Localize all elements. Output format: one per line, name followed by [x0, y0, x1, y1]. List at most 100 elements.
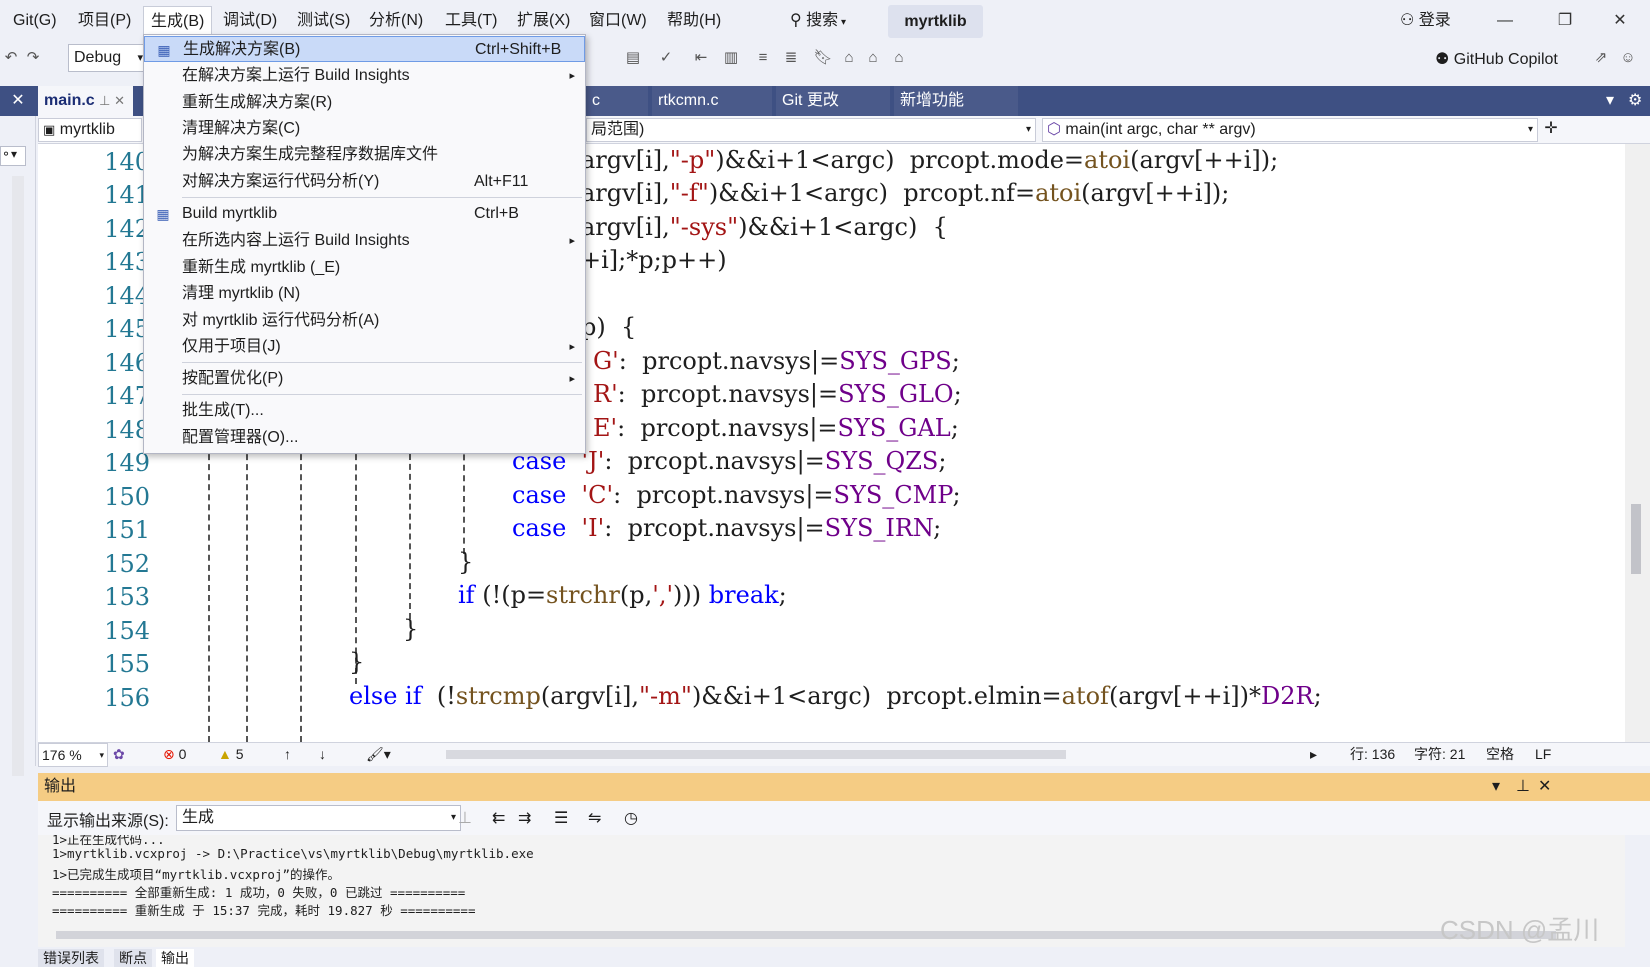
close-icon[interactable]: ✕ [1600, 6, 1640, 36]
outdent-icon[interactable]: ≣ [780, 46, 802, 70]
github-copilot-button[interactable]: ⚉ GitHub Copilot [1435, 46, 1558, 74]
tab-rtkcmn-c[interactable]: rtkcmn.c [652, 86, 772, 116]
project-dropdown[interactable]: ▣ myrtklib [38, 118, 142, 142]
menu-extensions[interactable]: 扩展(X) [510, 6, 577, 36]
tab-git-changes[interactable]: Git 更改 [776, 86, 890, 116]
menu-tools[interactable]: 工具(T) [438, 6, 504, 36]
menu-item-clean-project[interactable]: 清理 myrtklib (N) [144, 281, 585, 307]
health-icon[interactable]: ✿ [113, 743, 125, 765]
solution-title: myrtklib [888, 5, 983, 38]
feedback-icon[interactable]: ☺ [1617, 46, 1639, 70]
zoom-value: 176 % [42, 747, 82, 763]
menu-build[interactable]: 生成(B) [143, 6, 213, 36]
close-icon[interactable]: ✕ [1538, 773, 1551, 801]
output-source-select[interactable]: 生成 ▾ [176, 805, 461, 831]
prev-bookmark-icon[interactable]: ⌂ [838, 46, 860, 70]
close-icon[interactable]: ✕ [0, 86, 36, 116]
menu-item-project-only[interactable]: 仅用于项目(J) ▸ [144, 334, 585, 360]
next-message-icon[interactable]: ⇉ [518, 808, 531, 828]
line-number: 153 [104, 583, 150, 611]
redo-icon[interactable]: ↷ [22, 46, 44, 70]
menu-item-clean-solution[interactable]: 清理解决方案(C) [144, 116, 585, 142]
word-wrap-icon[interactable]: ⇋ [588, 808, 601, 828]
char-indicator: 字符: 21 [1414, 746, 1466, 762]
scope-dropdown[interactable]: 局范围) ▾ [586, 118, 1036, 142]
output-horizontal-scrollbar[interactable] [56, 931, 1556, 939]
tab-main-c[interactable]: main.c ⊥ ✕ [38, 86, 133, 116]
menu-window[interactable]: 窗口(W) [582, 6, 654, 36]
save-icon[interactable]: ▤ [622, 46, 644, 70]
editor-vertical-scrollbar[interactable] [1625, 144, 1650, 742]
editor-horizontal-scrollbar[interactable] [446, 750, 1066, 759]
up-arrow-icon[interactable]: ↑ [284, 743, 291, 765]
configuration-value: Debug [74, 49, 122, 66]
menu-item-build-project[interactable]: ▦ Build myrtklib Ctrl+B [144, 201, 585, 227]
tab-breakpoints[interactable]: 断点 [114, 949, 152, 967]
pin-icon[interactable]: ⊥ ✕ [99, 93, 125, 108]
menu-item-rebuild-solution[interactable]: 重新生成解决方案(R) [144, 90, 585, 116]
clear-bookmarks-icon[interactable]: ⌂ [888, 46, 910, 70]
clear-all-icon[interactable]: ☰ [554, 808, 568, 828]
eol-indicator[interactable]: LF [1535, 743, 1551, 765]
indent-icon[interactable]: ≡ [752, 46, 774, 70]
menu-debug[interactable]: 调试(D) [216, 6, 284, 36]
tab-c-file[interactable]: c [586, 86, 648, 116]
member-dropdown[interactable]: ⬡ main(int argc, char ** argv) ▾ [1042, 118, 1538, 142]
menu-item-pgo[interactable]: 按配置优化(P) ▸ [144, 366, 585, 392]
scroll-right-icon[interactable]: ▸ [1310, 743, 1317, 765]
share-icon[interactable]: ⇗ [1590, 46, 1612, 70]
tab-list-icon[interactable]: ▾ [1600, 86, 1620, 116]
login-button[interactable]: ⚇ 登录 [1400, 6, 1451, 36]
output-panel-header: 输出 ▾ ⊥ ✕ [38, 773, 1650, 801]
submenu-arrow-icon: ▸ [569, 70, 575, 82]
timestamp-icon[interactable]: ◷ [624, 808, 638, 828]
menu-item-code-analysis-project[interactable]: 对 myrtklib 运行代码分析(A) [144, 308, 585, 334]
menu-item-build-solution[interactable]: ▦ 生成解决方案(B) Ctrl+Shift+B [144, 36, 585, 62]
bookmark-icon[interactable]: 🔖︎ [812, 46, 834, 70]
errors-indicator[interactable]: ⊗ 0 [163, 743, 186, 765]
window-icon[interactable]: ▥ [720, 46, 742, 70]
down-arrow-icon[interactable]: ↓ [319, 743, 326, 765]
tab-error-list[interactable]: 错误列表 [38, 949, 104, 967]
menu-item-build-insights-selection[interactable]: 在所选内容上运行 Build Insights ▸ [144, 228, 585, 254]
scrollbar-thumb[interactable] [1631, 504, 1641, 574]
code-line-156: else if (!strcmp(argv[i],"-m")&&i+1<argc… [349, 682, 1322, 710]
menu-item-configuration-manager[interactable]: 配置管理器(O)... [144, 425, 585, 451]
tab-whats-new[interactable]: 新增功能 [894, 86, 1018, 116]
undo-icon[interactable]: ↶ [0, 46, 22, 70]
code-line-155: } [349, 648, 365, 676]
minimize-icon[interactable]: — [1485, 6, 1525, 36]
search-button[interactable]: ⚲ 搜索 ▾ [790, 6, 846, 36]
menu-analyze[interactable]: 分析(N) [362, 6, 430, 36]
restore-icon[interactable]: ❐ [1545, 6, 1585, 36]
menu-git[interactable]: Git(G) [6, 6, 64, 36]
warning-icon: ▲ [218, 746, 232, 762]
split-icon[interactable]: ✛ [1540, 118, 1562, 142]
brush-icon[interactable]: 🖌︎▾ [366, 743, 391, 765]
step-icon[interactable]: ⇤ [690, 46, 712, 70]
left-dropdown[interactable]: ⚬▾ [0, 146, 26, 166]
tab-output[interactable]: 输出 [156, 949, 194, 967]
menu-help[interactable]: 帮助(H) [660, 6, 728, 36]
goto-error-icon[interactable]: ⊥ [458, 808, 472, 828]
menu-item-rebuild-project[interactable]: 重新生成 myrtklib (_E) [144, 255, 585, 281]
gear-icon[interactable]: ⚙ [1622, 86, 1646, 116]
output-text-area[interactable]: 1>正在生成代码... 1>myrtklib.vcxproj -> D:\Pra… [38, 835, 1625, 947]
prev-message-icon[interactable]: ⇇ [492, 808, 505, 828]
spell-check-icon[interactable]: ✓ [655, 46, 677, 70]
menu-item-batch-build[interactable]: 批生成(T)... [144, 398, 585, 424]
warnings-indicator[interactable]: ▲ 5 [218, 743, 244, 765]
pin-icon[interactable]: ⊥ [1516, 773, 1530, 801]
panel-options-icon[interactable]: ▾ [1492, 773, 1500, 801]
next-bookmark-icon[interactable]: ⌂ [862, 46, 884, 70]
menu-item-generate-pdb[interactable]: 为解决方案生成完整程序数据库文件 [144, 142, 585, 168]
code-line-146: G': prcopt.navsys|=SYS_GPS; [593, 347, 960, 375]
zoom-select[interactable]: 176 % ▾ [38, 743, 108, 767]
menu-test[interactable]: 测试(S) [290, 6, 357, 36]
menu-item-code-analysis-solution[interactable]: 对解决方案运行代码分析(Y) Alt+F11 [144, 169, 585, 195]
solution-configuration-select[interactable]: Debug ▾ [68, 44, 148, 72]
menu-project[interactable]: 项目(P) [71, 6, 138, 36]
left-scrollbar[interactable] [12, 176, 24, 776]
spacing-indicator[interactable]: 空格 [1486, 743, 1514, 765]
menu-item-build-insights-solution[interactable]: 在解决方案上运行 Build Insights ▸ [144, 63, 585, 89]
